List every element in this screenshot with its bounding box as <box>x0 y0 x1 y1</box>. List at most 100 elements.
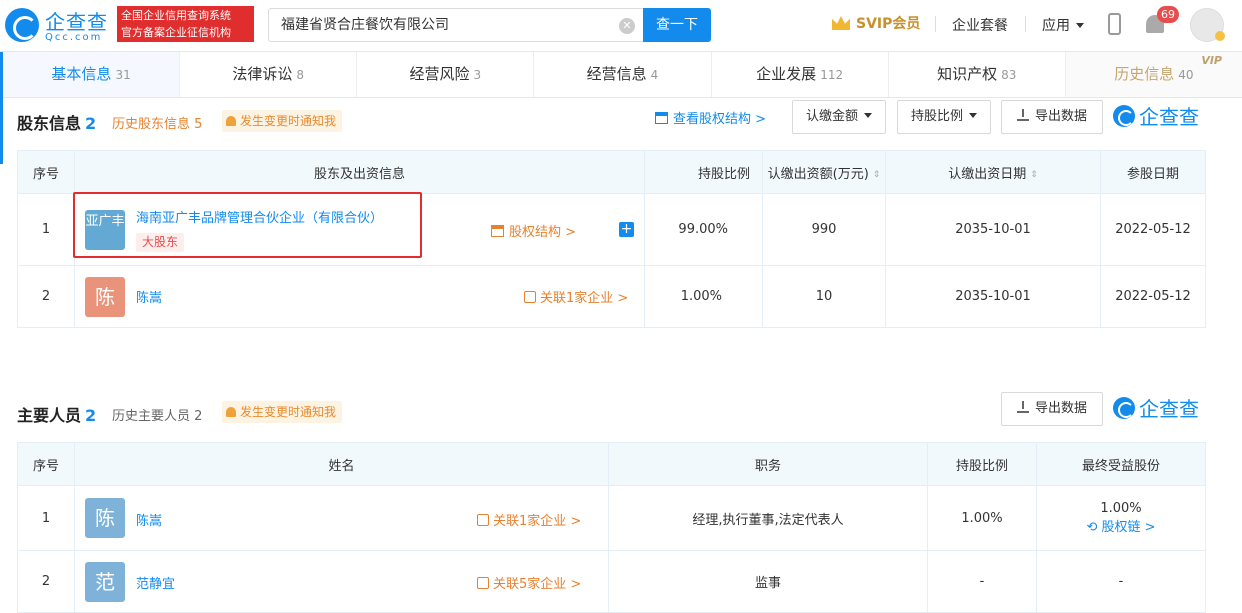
search-button[interactable]: 查一下 <box>643 8 711 42</box>
section-count: 2 <box>85 114 97 133</box>
chevron-down-icon <box>1076 23 1084 28</box>
relation-icon <box>477 514 489 526</box>
export-data-button[interactable]: 导出数据 <box>1001 100 1103 134</box>
phone-icon[interactable] <box>1108 13 1121 35</box>
tab-history[interactable]: 历史信息 40 VIP <box>1065 52 1242 97</box>
search-input[interactable] <box>281 16 611 32</box>
section-title-text: 股东信息 <box>17 114 82 133</box>
person-cell: 陈 陈嵩 关联1家企业 > <box>74 485 609 551</box>
apps-menu[interactable]: 应用 <box>1042 15 1084 35</box>
tab-legal[interactable]: 法律诉讼 8 <box>180 52 358 97</box>
tab-ip[interactable]: 知识产权 83 <box>889 52 1066 97</box>
shareholders-title: 股东信息 2 <box>17 110 96 134</box>
col-header: 职务 <box>608 442 928 486</box>
equity-structure-link[interactable]: 股权结构 > <box>491 221 576 240</box>
subscribed-amount-dropdown[interactable]: 认缴金额 <box>792 100 886 134</box>
logo-domain: Qcc.com <box>45 32 103 43</box>
link-label: 股权链 > <box>1101 520 1156 535</box>
subscribed-date: 2035-10-01 <box>885 193 1101 266</box>
tab-count: 31 <box>115 68 131 82</box>
history-shareholders-link[interactable]: 历史股东信息 5 <box>112 113 202 132</box>
logo-icon <box>5 8 39 42</box>
tab-count: 4 <box>650 68 659 82</box>
tab-development[interactable]: 企业发展 112 <box>712 52 889 97</box>
col-header-sortable[interactable]: 认缴出资额(万元) ⇕ <box>762 150 886 194</box>
structure-icon <box>655 112 668 124</box>
link-label: 查看股权结构 > <box>673 112 767 127</box>
logo-text: 企查查 <box>45 10 108 34</box>
notify-change-button[interactable]: 发生变更时通知我 <box>222 401 343 423</box>
related-companies-link[interactable]: 关联5家企业 > <box>477 573 581 592</box>
tab-count: 40 <box>1178 68 1194 82</box>
join-date: 2022-05-12 <box>1100 265 1206 328</box>
share-ratio-dropdown[interactable]: 持股比例 <box>897 100 991 134</box>
top-header: 企查查 Qcc.com 全国企业信用查询系统 官方备案企业征信机构 ✕ 查一下 … <box>0 0 1242 52</box>
dropdown-label: 认缴金额 <box>805 109 858 124</box>
personnel-title: 主要人员 2 <box>17 402 96 426</box>
highlight-box <box>73 192 422 258</box>
divider <box>935 16 936 32</box>
share-ratio: - <box>927 550 1037 613</box>
row-number: 1 <box>17 485 75 551</box>
clear-icon[interactable]: ✕ <box>619 18 635 34</box>
person-name-link[interactable]: 陈嵩 <box>136 510 162 529</box>
caret-down-icon <box>864 113 872 118</box>
tab-label: 基本信息 <box>51 65 112 83</box>
col-header: 序号 <box>17 442 75 486</box>
dropdown-label: 持股比例 <box>910 109 963 124</box>
col-header: 参股日期 <box>1100 150 1206 194</box>
user-avatar[interactable] <box>1190 8 1225 42</box>
tab-label: 经营信息 <box>586 65 647 83</box>
person-role: 经理,执行董事,法定代表人 <box>608 485 928 551</box>
related-companies-link[interactable]: 关联1家企业 > <box>477 510 581 529</box>
col-header: 股东及出资信息 <box>74 150 645 194</box>
button-label: 导出数据 <box>1034 401 1087 416</box>
bell-icon <box>226 407 236 417</box>
crown-icon <box>832 16 850 30</box>
tab-count: 112 <box>820 68 844 82</box>
share-ratio: 99.00% <box>644 193 763 266</box>
svip-label: SVIP会员 <box>856 16 921 32</box>
view-equity-structure-link[interactable]: 查看股权结构 > <box>655 108 766 127</box>
sort-icon: ⇕ <box>872 169 881 180</box>
link-label: 关联5家企业 > <box>493 577 582 592</box>
tab-label: 法律诉讼 <box>232 65 293 83</box>
table-row: 1 陈 陈嵩 关联1家企业 > 经理,执行董事,法定代表人 1.00% 1.00… <box>17 485 1206 551</box>
relation-icon <box>524 291 536 303</box>
tab-operation[interactable]: 经营信息 4 <box>534 52 712 97</box>
col-header[interactable]: 持股比例 <box>644 150 763 194</box>
share-ratio: 1.00% <box>927 485 1037 551</box>
qcc-logo[interactable]: 企查查 Qcc.com <box>5 6 111 46</box>
subscribed-amount: 990 <box>762 193 886 266</box>
enterprise-package-link[interactable]: 企业套餐 <box>952 15 1008 35</box>
divider <box>1025 16 1026 32</box>
history-personnel-link[interactable]: 历史主要人员 2 <box>112 405 202 424</box>
tab-basic-info[interactable]: 基本信息 31 <box>3 52 181 97</box>
brand-text: 企查查 <box>1139 397 1199 421</box>
link-label: 关联1家企业 > <box>493 514 582 529</box>
export-data-button[interactable]: 导出数据 <box>1001 392 1103 426</box>
shareholder-name-link[interactable]: 陈嵩 <box>136 287 162 306</box>
expand-plus-icon[interactable]: + <box>619 222 634 237</box>
search-box: ✕ <box>268 8 643 42</box>
col-header: 姓名 <box>74 442 609 486</box>
person-avatar: 陈 <box>85 277 125 317</box>
bell-icon <box>226 116 236 126</box>
link-label: 股权结构 > <box>509 225 577 240</box>
table-row: 2 范 范静宜 关联5家企业 > 监事 - - <box>17 550 1206 613</box>
related-companies-link[interactable]: 关联1家企业 > <box>524 287 628 306</box>
person-name-link[interactable]: 范静宜 <box>136 573 175 592</box>
join-date: 2022-05-12 <box>1100 193 1206 266</box>
notify-change-button[interactable]: 发生变更时通知我 <box>222 110 343 132</box>
subscribed-date: 2035-10-01 <box>885 265 1101 328</box>
tab-label: 经营风险 <box>409 65 470 83</box>
personnel-table: 序号 姓名 职务 持股比例 最终受益股份 1 陈 陈嵩 关联1家企业 > 经理,… <box>17 442 1206 613</box>
tab-risk[interactable]: 经营风险 3 <box>357 52 535 97</box>
table-row: 2 陈 陈嵩 关联1家企业 > 1.00% 10 2035-10-01 2022… <box>17 265 1206 328</box>
tab-count: 8 <box>296 68 305 82</box>
button-label: 导出数据 <box>1034 109 1087 124</box>
share-ratio: 1.00% <box>644 265 763 328</box>
equity-chain-link[interactable]: ⟲ 股权链 > <box>1037 516 1205 535</box>
col-header-sortable[interactable]: 认缴出资日期 ⇕ <box>885 150 1101 194</box>
svip-link[interactable]: SVIP会员 <box>832 14 920 34</box>
